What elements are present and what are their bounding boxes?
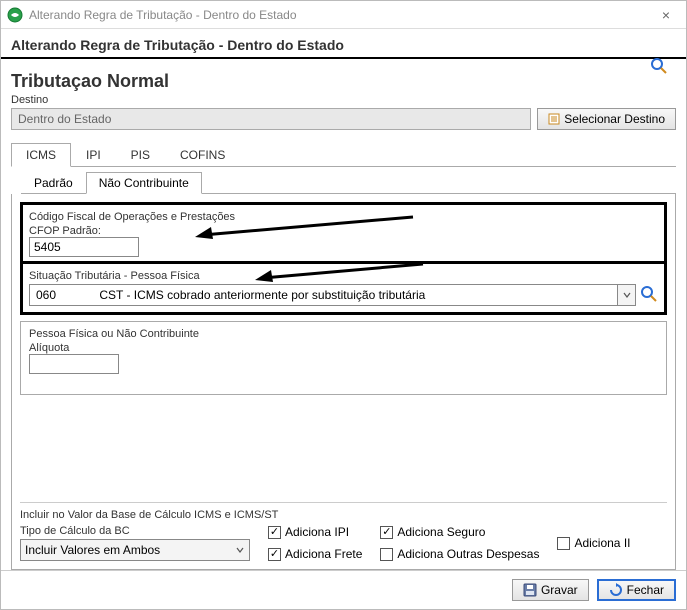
app-icon (7, 7, 23, 23)
window-title: Alterando Regra de Tributação - Dentro d… (29, 8, 652, 22)
section-title: Tributaçao Normal (11, 71, 676, 92)
select-destination-button[interactable]: Selecionar Destino (537, 108, 676, 130)
titlebar: Alterando Regra de Tributação - Dentro d… (1, 1, 686, 29)
chk-adiciona-ii[interactable]: Adiciona II (557, 536, 630, 550)
subtab-nao-contribuinte[interactable]: Não Contribuinte (86, 172, 202, 194)
chk-adiciona-ipi[interactable]: ✓Adiciona IPI (268, 525, 362, 539)
close-icon[interactable]: × (652, 7, 680, 23)
subtab-padrao[interactable]: Padrão (21, 172, 86, 194)
search-top-icon[interactable] (650, 57, 668, 78)
chk-adiciona-seguro[interactable]: ✓Adiciona Seguro (380, 525, 539, 539)
aliquota-label: Alíquota (29, 342, 658, 354)
cst-group-title: Situação Tributária - Pessoa Física (29, 270, 658, 282)
tab-icms[interactable]: ICMS (11, 143, 71, 167)
chk-adiciona-frete[interactable]: ✓Adiciona Frete (268, 547, 362, 561)
highlight-box: Código Fiscal de Operações e Prestações … (20, 202, 667, 315)
bc-header: Incluir no Valor da Base de Cálculo ICMS… (20, 502, 667, 521)
content-area: Tributaçao Normal Destino Dentro do Esta… (1, 59, 686, 570)
chk-adiciona-outras[interactable]: Adiciona Outras Despesas (380, 547, 539, 561)
dest-label: Destino (11, 94, 676, 106)
window-root: Alterando Regra de Tributação - Dentro d… (0, 0, 687, 610)
page-header: Alterando Regra de Tributação - Dentro d… (1, 29, 686, 59)
close-button-label: Fechar (627, 583, 664, 597)
sub-tabs: Padrão Não Contribuinte (21, 171, 676, 194)
cfop-input[interactable] (29, 237, 139, 257)
bc-type-select[interactable]: Incluir Valores em Ambos (20, 539, 250, 561)
dest-value-display: Dentro do Estado (11, 108, 531, 130)
bc-type-value: Incluir Valores em Ambos (25, 543, 160, 557)
aliquota-group-title: Pessoa Física ou Não Contribuinte (29, 328, 658, 340)
cfop-group-title: Código Fiscal de Operações e Prestações (29, 211, 658, 223)
aliquota-group: Pessoa Física ou Não Contribuinte Alíquo… (20, 321, 667, 395)
refresh-icon (609, 583, 623, 597)
bc-row: Tipo de Cálculo da BC Incluir Valores em… (20, 525, 667, 561)
close-button[interactable]: Fechar (597, 579, 676, 601)
tab-ipi[interactable]: IPI (71, 143, 116, 167)
aliquota-input[interactable] (29, 354, 119, 374)
save-button[interactable]: Gravar (512, 579, 589, 601)
tab-panel: Código Fiscal de Operações e Prestações … (11, 194, 676, 570)
select-destination-label: Selecionar Destino (564, 112, 665, 126)
bc-type-label: Tipo de Cálculo da BC (20, 525, 250, 537)
tab-cofins[interactable]: COFINS (165, 143, 240, 167)
chevron-down-icon (235, 545, 245, 555)
list-icon (548, 113, 560, 125)
save-button-label: Gravar (541, 583, 578, 597)
main-tabs: ICMS IPI PIS COFINS (11, 142, 676, 167)
cfop-label: CFOP Padrão: (29, 225, 658, 237)
save-icon (523, 583, 537, 597)
tab-pis[interactable]: PIS (116, 143, 165, 167)
cst-combo-input[interactable] (29, 284, 618, 306)
cst-search-icon[interactable] (640, 285, 658, 306)
bottom-bar: Gravar Fechar (1, 570, 686, 609)
cst-combo-arrow[interactable] (618, 284, 636, 306)
